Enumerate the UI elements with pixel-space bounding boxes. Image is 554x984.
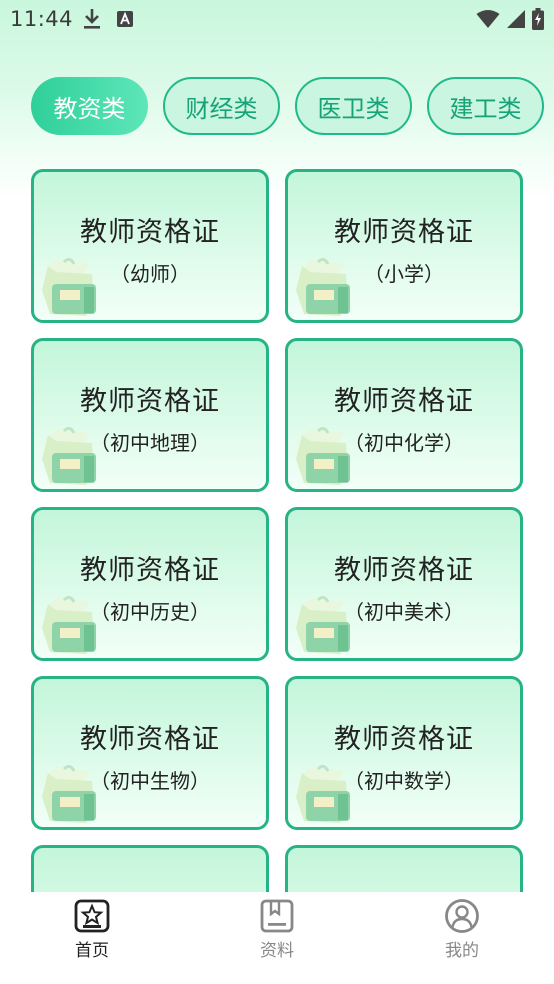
course-card[interactable]: 教师资格证 [31, 845, 269, 892]
card-subtitle: （初中美术） [344, 600, 464, 624]
tab-label: 教资类 [53, 94, 126, 123]
card-subtitle: （初中历史） [90, 600, 210, 624]
course-card[interactable]: 教师资格证 [285, 845, 523, 892]
card-subtitle: （小学） [364, 262, 444, 286]
course-card[interactable]: 教师资格证 （初中数学） [285, 676, 523, 830]
tab-label: 建工类 [449, 94, 522, 123]
card-title: 教师资格证 [80, 217, 220, 248]
course-card[interactable]: 教师资格证 （初中历史） [31, 507, 269, 661]
course-card[interactable]: 教师资格证 （小学） [285, 169, 523, 323]
home-star-icon [74, 899, 110, 933]
card-subtitle: （初中地理） [90, 431, 210, 455]
card-title: 教师资格证 [80, 555, 220, 586]
nav-label: 我的 [445, 941, 479, 961]
tab-construction[interactable]: 建工类 [427, 77, 544, 135]
bottom-nav: 首页 资料 我的 [0, 892, 554, 984]
user-profile-icon [445, 899, 479, 933]
status-time: 11:44 [10, 7, 74, 31]
nav-materials[interactable]: 资料 [227, 898, 327, 961]
card-subtitle: （幼师） [110, 262, 190, 286]
a-notification-icon [116, 10, 134, 32]
course-card[interactable]: 教师资格证 （幼师） [31, 169, 269, 323]
download-icon [82, 8, 102, 34]
nav-label: 资料 [260, 941, 294, 961]
nav-label: 首页 [75, 941, 109, 961]
wifi-icon [476, 10, 500, 28]
card-subtitle: （初中生物） [90, 769, 210, 793]
signal-icon [507, 10, 525, 28]
course-card[interactable]: 教师资格证 （初中化学） [285, 338, 523, 492]
nav-mine[interactable]: 我的 [412, 898, 512, 961]
card-title: 教师资格证 [334, 724, 474, 755]
battery-charging-icon [532, 8, 544, 30]
card-title: 教师资格证 [80, 724, 220, 755]
tab-teacher-qualification[interactable]: 教资类 [31, 77, 148, 135]
tab-label: 财经类 [185, 94, 258, 123]
tab-finance[interactable]: 财经类 [163, 77, 280, 135]
tab-medical[interactable]: 医卫类 [295, 77, 412, 135]
card-title: 教师资格证 [80, 386, 220, 417]
card-subtitle: （初中数学） [344, 769, 464, 793]
status-icons [476, 8, 544, 30]
nav-home[interactable]: 首页 [42, 898, 142, 961]
course-card[interactable]: 教师资格证 （初中地理） [31, 338, 269, 492]
card-title: 教师资格证 [334, 217, 474, 248]
course-card[interactable]: 教师资格证 （初中美术） [285, 507, 523, 661]
tab-label: 医卫类 [317, 94, 390, 123]
card-subtitle: （初中化学） [344, 431, 464, 455]
course-grid: 教师资格证 （幼师） 教师资格证 （小学） 教师资格证 （初中地理） 教师资格证 （初中化学）… [0, 168, 554, 892]
course-card[interactable]: 教师资格证 （初中生物） [31, 676, 269, 830]
card-title: 教师资格证 [334, 386, 474, 417]
bookmark-book-icon [260, 899, 294, 933]
status-bar: 11:44 [0, 0, 554, 40]
category-tabs: 教资类 财经类 医卫类 建工类 [0, 76, 554, 140]
card-title: 教师资格证 [334, 555, 474, 586]
